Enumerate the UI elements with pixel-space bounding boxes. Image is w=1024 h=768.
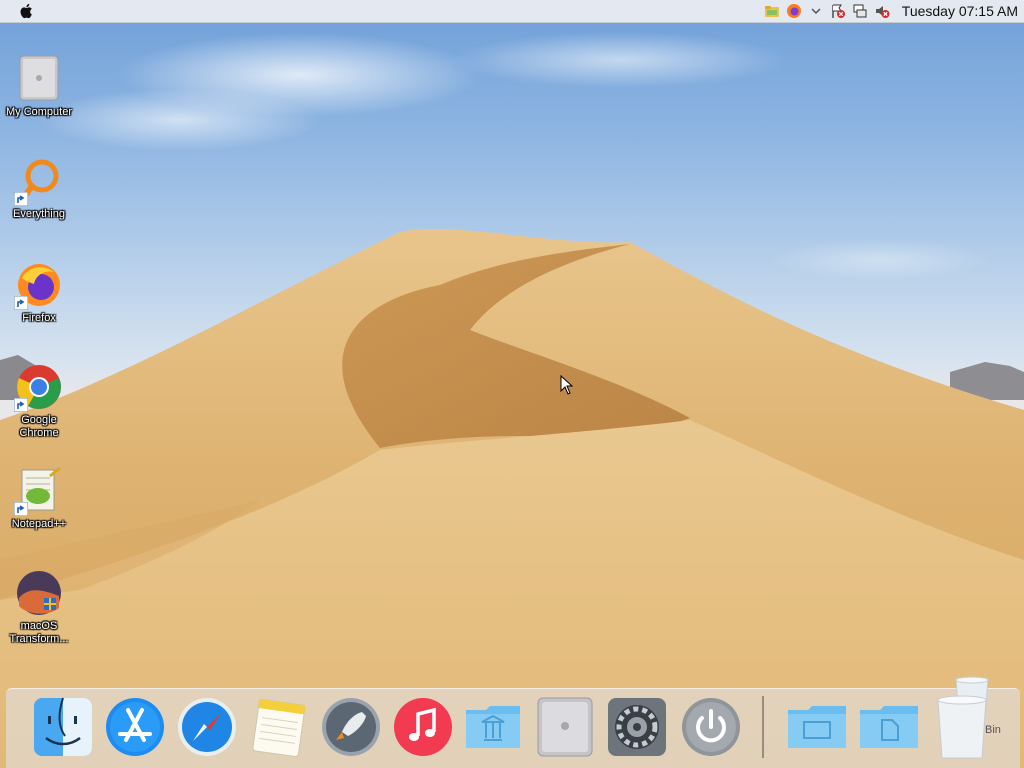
documents-folder-icon	[860, 706, 918, 748]
system-preferences-icon	[608, 698, 666, 756]
folder-icon[interactable]	[764, 3, 780, 19]
volume-muted-icon[interactable]	[874, 3, 890, 19]
desktop-icon-label-line: Chrome	[19, 427, 59, 439]
dock-item-trash[interactable]	[932, 676, 994, 760]
desktop-icon-label-line: macOS	[20, 620, 58, 632]
desktop-icon-label: My Computer	[5, 106, 73, 118]
computer-icon	[19, 55, 59, 101]
dock-item-launchpad[interactable]	[320, 696, 382, 760]
desktop-icon-everything[interactable]: Everything	[0, 156, 78, 221]
dock-item-finder[interactable]	[32, 696, 94, 760]
dock-item-computer[interactable]	[534, 696, 596, 760]
dock-item-documents-folder[interactable]	[858, 696, 920, 760]
dock-item-safari[interactable]	[176, 696, 238, 760]
trash-label: Bin	[985, 724, 1001, 736]
shortcut-arrow-icon	[14, 296, 28, 310]
desktop-icon-notepadpp[interactable]: Notepad++	[0, 466, 78, 531]
desktop-icon-label: Firefox	[22, 312, 56, 324]
mouse-cursor-icon	[560, 375, 574, 395]
desktop-icon-google-chrome[interactable]: Google Chrome	[0, 362, 78, 440]
shortcut-arrow-icon	[14, 502, 28, 516]
dock-separator	[762, 696, 764, 758]
dock-item-app-store[interactable]	[104, 696, 166, 760]
desktop-icon-label-line: Google	[21, 414, 57, 426]
apple-icon[interactable]	[18, 2, 36, 20]
desktop-folder-icon	[788, 706, 846, 748]
safari-icon	[178, 698, 236, 756]
launchpad-icon	[322, 698, 380, 756]
power-icon	[682, 698, 740, 756]
shortcut-arrow-icon	[14, 192, 28, 206]
firefox-icon[interactable]	[786, 3, 802, 19]
flag-error-icon[interactable]	[830, 3, 846, 19]
dock-item-applications-folder[interactable]	[462, 696, 524, 760]
menu-bar: Tuesday 07:15 AM	[0, 0, 1024, 23]
desktop-icon-firefox[interactable]: Firefox	[0, 260, 78, 325]
notes-icon	[252, 698, 306, 758]
shortcut-arrow-icon	[14, 398, 28, 412]
network-icon[interactable]	[852, 3, 868, 19]
dock-item-desktop-folder[interactable]	[786, 696, 848, 760]
desktop-icon-macos-transformation[interactable]: macOS Transform...	[0, 568, 78, 646]
dock-item-system-preferences[interactable]	[606, 696, 668, 760]
computer-icon	[537, 697, 593, 757]
dock-item-power[interactable]	[680, 696, 742, 760]
desktop-icon-label: Notepad++	[11, 518, 67, 530]
desktop-icon-my-computer[interactable]: My Computer	[0, 54, 78, 119]
chevron-down-icon[interactable]	[808, 3, 824, 19]
trash-icon	[937, 676, 989, 759]
clock[interactable]: Tuesday 07:15 AM	[902, 3, 1018, 19]
system-tray: Tuesday 07:15 AM	[764, 0, 1018, 22]
dock-item-music[interactable]	[392, 696, 454, 760]
app-store-icon	[106, 698, 164, 756]
applications-folder-icon	[466, 706, 520, 748]
desktop-icon-label: Everything	[13, 208, 65, 220]
music-icon	[394, 698, 452, 756]
dock-item-notes[interactable]	[248, 696, 310, 760]
desktop-icon-label-line: Transform...	[9, 633, 69, 645]
finder-icon	[34, 697, 92, 756]
wallpaper-dunes	[0, 229, 1024, 768]
macos-transformation-icon	[17, 571, 61, 615]
desktop[interactable]: Tuesday 07:15 AM My Computer Everything	[0, 0, 1024, 768]
